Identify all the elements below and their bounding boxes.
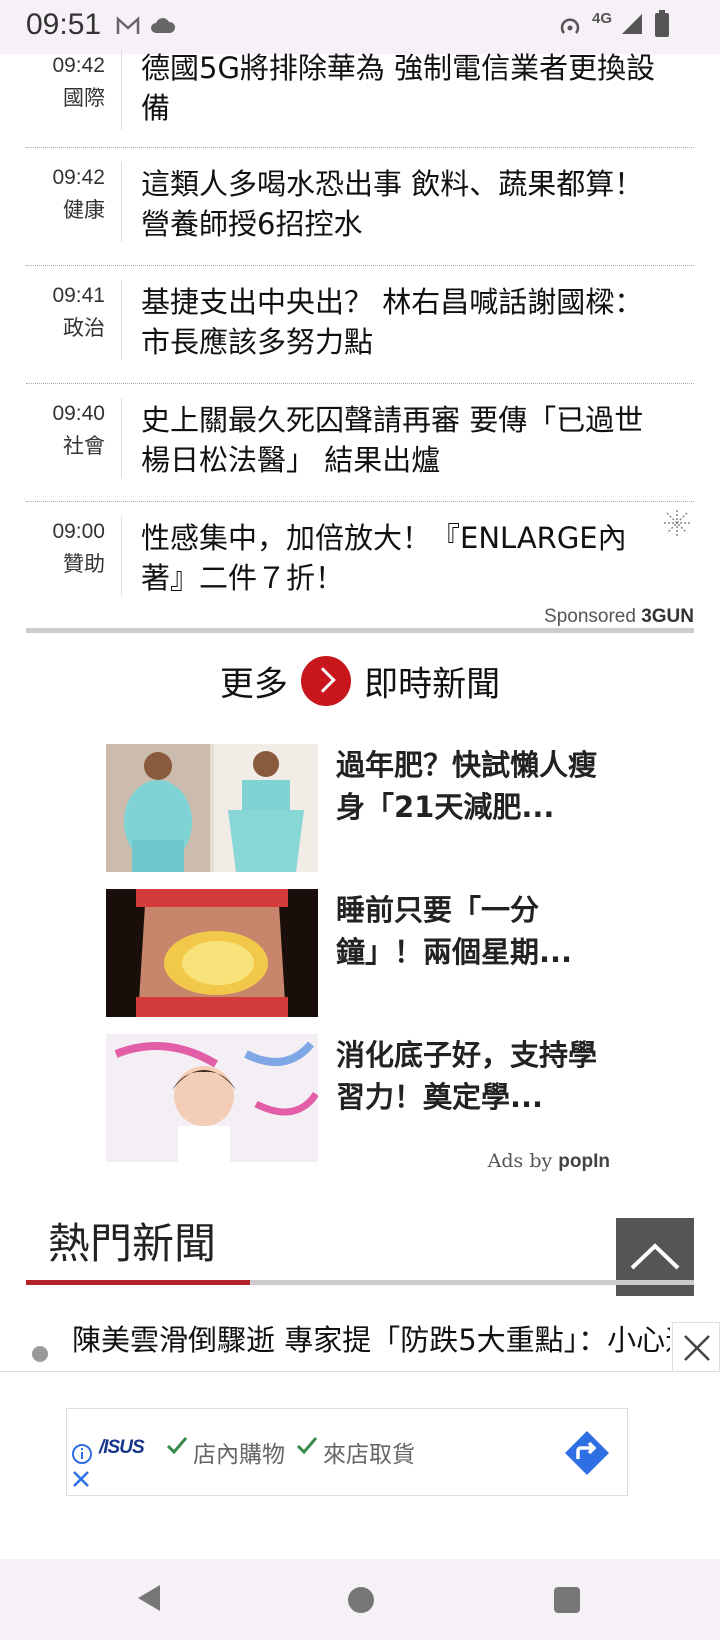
close-icon <box>684 1335 710 1361</box>
ad-title[interactable]: 睡前只要「一分鐘」！兩個星期... <box>336 889 606 973</box>
list-divider <box>26 628 694 633</box>
ads-provider-brand: popIn <box>558 1151 610 1172</box>
sponsored-text: Sponsored <box>544 606 636 627</box>
news-category: 健康 <box>63 198 105 222</box>
news-meta: 09:40 社會 <box>26 398 122 478</box>
hotspot-icon <box>560 18 580 34</box>
sponsored-label[interactable]: Sponsored 3GUN <box>544 606 694 628</box>
system-nav-bar <box>0 1559 720 1640</box>
ads-by-label[interactable]: Ads by popIn <box>488 1150 610 1173</box>
news-category: 社會 <box>63 434 105 458</box>
directions-icon[interactable] <box>563 1429 611 1477</box>
status-time: 09:51 <box>26 8 102 41</box>
more-news-prefix: 更多 <box>219 664 288 705</box>
hot-news-item[interactable]: 陳美雲滑倒驟逝 專家提「防跌5大重點」：小心這種鞋、健康 <box>26 1316 670 1372</box>
news-category: 政治 <box>63 316 105 340</box>
bullet-icon <box>32 1346 48 1362</box>
news-time: 09:42 <box>52 54 105 77</box>
news-category: 國際 <box>63 86 105 110</box>
news-title[interactable]: 基捷支出中央出？ 林右昌喊話謝國樑：市長應該多努力點 <box>141 282 664 362</box>
ad-brand-logo: /ISUS <box>99 1437 145 1458</box>
check-icon <box>166 1437 188 1455</box>
nav-home-icon[interactable] <box>348 1587 374 1613</box>
hot-news-title[interactable]: 陳美雲滑倒驟逝 專家提「防跌5大重點」：小心這種鞋、健康 <box>72 1318 670 1362</box>
sponsor-brand: 3GUN <box>641 606 694 627</box>
news-meta: 09:42 國際 <box>26 50 122 130</box>
bottom-ad-banner[interactable]: /ISUS 店內購物 來店取貨 <box>66 1408 628 1496</box>
news-title[interactable]: 這類人多喝水恐出事 飲料、蔬果都算！營養師授6招控水 <box>141 164 664 244</box>
chevron-right-icon[interactable] <box>301 656 351 706</box>
close-icon[interactable] <box>71 1469 91 1489</box>
more-news-suffix: 即時新聞 <box>364 664 501 705</box>
news-time: 09:41 <box>52 284 105 307</box>
news-meta: 09:41 政治 <box>26 280 122 360</box>
nav-back-icon[interactable] <box>136 1583 162 1613</box>
signal-icon <box>622 14 642 34</box>
ad-thumbnail-image[interactable] <box>106 889 318 1017</box>
ad-item[interactable]: 睡前只要「一分鐘」！兩個星期... <box>106 889 610 1034</box>
check-icon <box>296 1437 318 1455</box>
ad-item[interactable]: 過年肥？快試懶人瘦身「21天減肥... <box>106 744 610 889</box>
ad-thumbnail-image[interactable] <box>106 744 318 872</box>
news-title[interactable]: 德國5G將排除華為 強制電信業者更換設備 <box>141 48 664 128</box>
sparkle-icon <box>664 510 690 536</box>
popin-ad-block: 過年肥？快試懶人瘦身「21天減肥... 睡前只要「一分鐘」！兩個星期... 消化… <box>106 744 610 1179</box>
news-item[interactable]: 09:42 健康 這類人多喝水恐出事 飲料、蔬果都算！營養師授6招控水 <box>26 148 694 266</box>
ad-feature: 店內購物 <box>193 1442 285 1468</box>
realtime-news-list: 09:42 國際 德國5G將排除華為 強制電信業者更換設備 09:42 健康 這… <box>26 44 694 634</box>
news-meta: 09:00 贊助 <box>26 516 122 596</box>
hot-news-underline-accent <box>26 1280 250 1285</box>
network-type: 4G <box>592 10 613 27</box>
ad-thumbnail-image[interactable] <box>106 1034 318 1162</box>
info-icon[interactable] <box>71 1443 93 1465</box>
hot-news-heading: 熱門新聞 <box>48 1219 217 1268</box>
news-meta: 09:42 健康 <box>26 162 122 242</box>
news-category: 贊助 <box>63 552 105 576</box>
sponsored-news-item[interactable]: 09:00 贊助 性感集中，加倍放大！『ENLARGE內著』二件７折！ Spon… <box>26 502 694 634</box>
news-item[interactable]: 09:40 社會 史上關最久死囚聲請再審 要傳「已過世楊日松法醫」 結果出爐 <box>26 384 694 502</box>
nav-recent-icon[interactable] <box>554 1587 580 1613</box>
m-mail-icon <box>116 16 140 34</box>
news-time: 09:40 <box>52 402 105 425</box>
battery-icon <box>655 10 669 37</box>
cloud-icon <box>151 18 176 33</box>
ad-title[interactable]: 消化底子好，支持學習力！奠定學... <box>336 1034 606 1118</box>
news-title[interactable]: 史上關最久死囚聲請再審 要傳「已過世楊日松法醫」 結果出爐 <box>141 400 664 480</box>
ads-by-text: Ads by <box>487 1150 553 1172</box>
news-item[interactable]: 09:42 國際 德國5G將排除華為 強制電信業者更換設備 <box>26 44 694 148</box>
ad-title[interactable]: 過年肥？快試懶人瘦身「21天減肥... <box>336 744 606 828</box>
news-time: 09:42 <box>52 166 105 189</box>
news-time: 09:00 <box>52 520 105 543</box>
ad-close-button[interactable] <box>672 1322 720 1372</box>
ad-feature: 來店取貨 <box>323 1442 415 1468</box>
news-title[interactable]: 性感集中，加倍放大！『ENLARGE內著』二件７折！ <box>141 518 664 598</box>
news-item[interactable]: 09:41 政治 基捷支出中央出？ 林右昌喊話謝國樑：市長應該多努力點 <box>26 266 694 384</box>
more-news-link[interactable]: 更多 即時新聞 <box>0 656 720 716</box>
